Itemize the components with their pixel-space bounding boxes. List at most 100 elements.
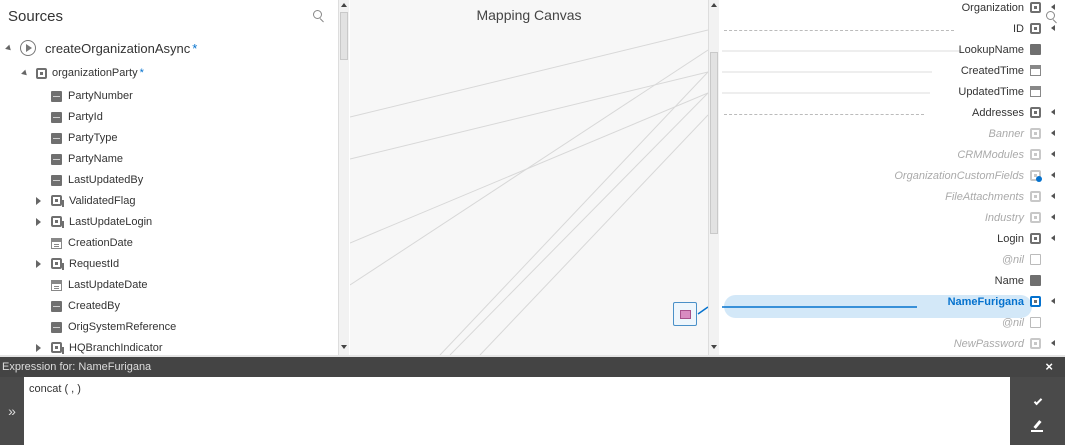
target-field-item[interactable]: NewPassword xyxy=(954,333,1055,354)
mapping-lines xyxy=(350,29,708,355)
source-field-item[interactable]: LastUpdateDate xyxy=(36,275,148,295)
expand-left-icon[interactable] xyxy=(1051,214,1055,220)
source-field-item[interactable]: LastUpdateLogin xyxy=(36,212,152,232)
object-icon xyxy=(1030,149,1041,160)
expand-left-icon[interactable] xyxy=(1051,235,1055,241)
source-field-item[interactable]: CreatedBy xyxy=(36,296,120,316)
target-field-item[interactable]: Organization xyxy=(962,0,1055,18)
collapse-icon[interactable] xyxy=(5,44,13,52)
source-field-label: OrigSystemReference xyxy=(68,321,177,333)
expand-left-icon[interactable] xyxy=(1051,298,1055,304)
scroll-down-icon[interactable] xyxy=(711,345,717,349)
expression-text[interactable]: concat ( , ) xyxy=(29,383,81,395)
date-icon xyxy=(51,237,62,249)
scroll-up-icon[interactable] xyxy=(341,3,347,7)
source-field-item[interactable]: LastUpdatedBy xyxy=(36,170,143,190)
target-field-label: CreatedTime xyxy=(960,64,1024,77)
object-list-icon xyxy=(1030,296,1041,307)
expression-actions xyxy=(1010,377,1065,445)
canvas-scroll-thumb[interactable] xyxy=(710,52,718,234)
sources-scroll-thumb[interactable] xyxy=(340,12,348,60)
object-icon xyxy=(1030,191,1041,202)
target-field-label: @nil xyxy=(1001,253,1024,266)
target-search-icon[interactable] xyxy=(1045,10,1059,24)
source-field-item[interactable]: ValidatedFlag xyxy=(36,191,135,211)
target-field-item[interactable]: OrganizationCustomFields xyxy=(894,165,1055,186)
pencil-icon[interactable] xyxy=(1031,420,1043,432)
object-icon xyxy=(1030,128,1041,139)
mapping-line xyxy=(350,29,708,118)
expand-left-icon[interactable] xyxy=(1051,130,1055,136)
target-field-item[interactable]: Login xyxy=(997,228,1055,249)
function-node[interactable] xyxy=(673,302,697,326)
target-field-label: ID xyxy=(1013,22,1024,35)
check-icon[interactable] xyxy=(1033,396,1043,406)
operation-icon xyxy=(20,40,36,56)
object-list-icon xyxy=(1030,212,1041,223)
target-field-item[interactable]: ID xyxy=(1013,18,1055,39)
tree-party-item[interactable]: organizationParty * xyxy=(21,63,144,83)
expression-header: Expression for: NameFurigana × xyxy=(0,357,1065,377)
source-field-label: PartyType xyxy=(68,132,118,144)
expand-icon[interactable] xyxy=(36,344,41,352)
field-icon xyxy=(51,90,62,102)
collapse-icon[interactable] xyxy=(21,69,29,77)
mapping-line xyxy=(439,71,708,355)
target-field-item[interactable]: LookupName xyxy=(959,39,1041,60)
field-icon xyxy=(1030,44,1041,55)
close-icon[interactable]: × xyxy=(1045,359,1053,374)
expand-left-icon[interactable] xyxy=(1051,109,1055,115)
mapping-canvas[interactable]: Mapping Canvas xyxy=(350,0,708,355)
scroll-up-icon[interactable] xyxy=(711,3,717,7)
source-field-item[interactable]: PartyNumber xyxy=(36,86,133,106)
expand-left-icon[interactable] xyxy=(1051,25,1055,31)
date-icon xyxy=(1030,86,1041,97)
object-icon xyxy=(1030,107,1041,118)
expand-left-icon[interactable] xyxy=(1051,172,1055,178)
field-icon xyxy=(51,153,62,165)
target-field-item[interactable]: Banner xyxy=(989,123,1055,144)
expand-expression-button[interactable]: » xyxy=(0,377,24,445)
source-field-item[interactable]: PartyType xyxy=(36,128,118,148)
target-field-item[interactable]: Addresses xyxy=(972,102,1055,123)
source-field-item[interactable]: PartyName xyxy=(36,149,123,169)
target-field-label: FileAttachments xyxy=(945,190,1024,203)
target-field-item[interactable]: Industry xyxy=(984,207,1055,228)
expand-left-icon[interactable] xyxy=(1051,340,1055,346)
mapping-line-active xyxy=(697,306,708,315)
source-field-label: RequestId xyxy=(69,258,120,270)
source-field-item[interactable]: CreationDate xyxy=(36,233,133,253)
target-field-item[interactable]: @nil xyxy=(1002,312,1041,333)
expand-icon[interactable] xyxy=(36,260,41,268)
target-field-item[interactable]: Name xyxy=(995,270,1041,291)
field-icon xyxy=(51,321,62,333)
target-field-item[interactable]: FileAttachments xyxy=(945,186,1055,207)
source-field-item[interactable]: OrigSystemReference xyxy=(36,317,176,337)
target-field-label: Industry xyxy=(984,211,1024,224)
target-field-item[interactable]: CreatedTime xyxy=(961,60,1041,81)
sources-scrollbar[interactable] xyxy=(338,0,349,355)
expand-left-icon[interactable] xyxy=(1051,193,1055,199)
expand-icon[interactable] xyxy=(36,218,41,226)
source-field-label: PartyName xyxy=(68,153,124,165)
expand-left-icon[interactable] xyxy=(1051,151,1055,157)
expression-editor[interactable]: concat ( , ) xyxy=(24,377,1010,445)
double-chevron-right-icon: » xyxy=(8,403,16,419)
required-marker: * xyxy=(139,67,144,79)
source-field-item[interactable]: RequestId xyxy=(36,254,119,274)
target-field-item[interactable]: NameFurigana xyxy=(948,291,1055,312)
target-field-item[interactable]: @nil xyxy=(1002,249,1041,270)
target-field-item[interactable]: UpdatedTime xyxy=(958,81,1041,102)
target-field-item[interactable]: CRMModules xyxy=(957,144,1055,165)
scroll-down-icon[interactable] xyxy=(341,345,347,349)
field-icon xyxy=(1030,275,1041,286)
object-list-icon xyxy=(1030,233,1041,244)
search-icon[interactable] xyxy=(312,9,326,23)
canvas-scrollbar[interactable] xyxy=(708,0,719,355)
source-field-item[interactable]: HQBranchIndicator xyxy=(36,338,163,355)
function-icon xyxy=(679,309,691,319)
expand-icon[interactable] xyxy=(36,197,41,205)
tree-root-item[interactable]: createOrganizationAsync * xyxy=(5,38,197,58)
source-field-item[interactable]: PartyId xyxy=(36,107,103,127)
status-dot-icon xyxy=(1036,176,1042,182)
